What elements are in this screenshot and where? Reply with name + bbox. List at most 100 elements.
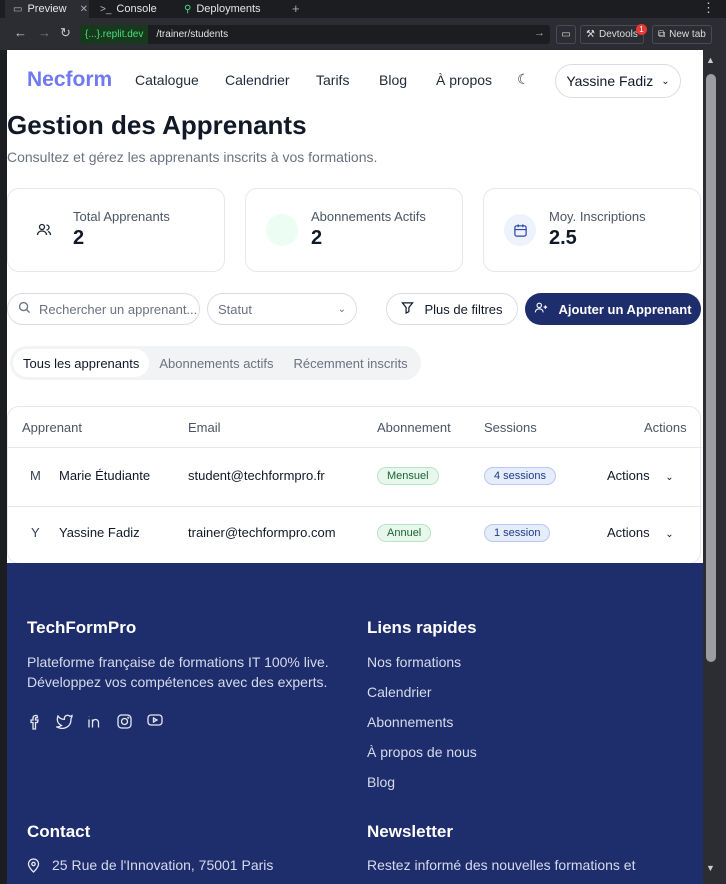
scroll-down-icon[interactable]: ▼ (706, 863, 715, 873)
avatar: M (30, 468, 41, 483)
add-tab-icon[interactable]: + (292, 1, 300, 16)
learner-name: Yassine Fadiz (59, 525, 140, 540)
stat-value: 2 (73, 227, 85, 249)
site-header: Necform Catalogue Calendrier Tarifs Blog… (7, 50, 703, 112)
filter-icon (401, 301, 415, 317)
more-filters-button[interactable]: Plus de filtres (386, 293, 518, 325)
facebook-icon[interactable] (28, 714, 42, 733)
twitter-icon[interactable] (54, 714, 73, 732)
column-header-subscription: Abonnement (377, 420, 451, 435)
forward-icon[interactable]: → (38, 25, 51, 40)
linkedin-icon[interactable] (87, 714, 102, 732)
newsletter-title: Newsletter (367, 822, 453, 841)
footer-link[interactable]: Calendrier (367, 684, 432, 700)
scroll-up-icon[interactable]: ▲ (706, 55, 715, 65)
nav-catalogue[interactable]: Catalogue (135, 72, 199, 88)
site-logo[interactable]: Necform (27, 68, 112, 92)
moon-icon[interactable]: ☾ (517, 71, 530, 88)
row-actions-label: Actions (607, 468, 650, 483)
column-header-sessions: Sessions (484, 420, 537, 435)
avatar: Y (31, 525, 40, 540)
tab-console[interactable]: >_ Console (92, 0, 165, 18)
sessions-badge: 1 session (484, 524, 551, 542)
footer-tagline: Plateforme française de formations IT 10… (27, 654, 329, 670)
row-actions-button[interactable]: Actions ⌄ (607, 525, 674, 540)
chevron-down-icon: ⌄ (665, 529, 674, 540)
devtools-label: Devtools (598, 29, 638, 40)
footer-brand: TechFormPro (27, 618, 137, 637)
chevron-down-icon: ⌄ (661, 75, 670, 87)
tab-label: Deployments (196, 3, 261, 15)
more-options-icon[interactable]: ⋮ (702, 0, 715, 16)
add-learner-label: Ajouter un Apprenant (558, 301, 692, 317)
user-name: Yassine Fadiz (566, 73, 654, 89)
stat-label: Total Apprenants (73, 209, 170, 224)
stat-label: Abonnements Actifs (311, 209, 426, 224)
calendar-icon (504, 214, 536, 246)
tab-active-subscriptions[interactable]: Abonnements actifs (149, 349, 283, 377)
stat-card-average: Moy. Inscriptions 2.5 (483, 188, 701, 272)
tab-label: Preview (27, 3, 67, 15)
go-icon[interactable]: → (534, 27, 545, 39)
newsletter-text: Restez informé des nouvelles formations … (367, 857, 636, 873)
more-filters-label: Plus de filtres (424, 301, 503, 317)
footer-tagline: Développez vos compétences avec des expe… (27, 674, 328, 690)
reload-icon[interactable]: ↻ (60, 25, 71, 41)
external-link-icon: ⧉ (658, 29, 666, 40)
users-icon (28, 214, 60, 246)
column-header-actions: Actions (644, 420, 687, 435)
close-tab-icon[interactable]: ✕ (80, 4, 88, 15)
search-placeholder: Rechercher un apprenant... (39, 301, 198, 317)
subscription-icon (266, 214, 298, 246)
row-actions-button[interactable]: Actions ⌄ (607, 468, 674, 483)
tab-preview[interactable]: ▭ Preview ✕ (5, 0, 89, 18)
footer-link[interactable]: Abonnements (367, 714, 453, 730)
devtools-button[interactable]: ⚒ Devtools (580, 25, 644, 44)
user-menu-button[interactable]: Yassine Fadiz ⌄ (555, 64, 681, 98)
learner-tabs: Tous les apprenants Abonnements actifs R… (10, 346, 421, 380)
tab-all-learners[interactable]: Tous les apprenants (13, 349, 150, 377)
learners-table: Apprenant Email Abonnement Sessions Acti… (7, 406, 702, 564)
nav-tarifs[interactable]: Tarifs (316, 72, 349, 88)
wrench-icon: ⚒ (586, 29, 595, 40)
youtube-icon[interactable] (147, 714, 163, 729)
devtools-badge: 1 (636, 24, 647, 35)
nav-a-propos[interactable]: À propos (436, 72, 492, 88)
stat-card-subscriptions: Abonnements Actifs 2 (245, 188, 463, 272)
footer-link[interactable]: Blog (367, 774, 395, 790)
search-input[interactable]: Rechercher un apprenant... (7, 293, 200, 325)
nav-blog[interactable]: Blog (379, 72, 407, 88)
scrollbar-thumb[interactable] (706, 74, 716, 662)
map-pin-icon (27, 858, 40, 876)
status-placeholder: Statut (218, 301, 252, 317)
chevron-down-icon: ⌄ (337, 303, 346, 315)
user-plus-icon (534, 301, 548, 318)
url-field[interactable]: {...}.replit.dev /trainer/students → (80, 25, 550, 44)
new-tab-button[interactable]: ⧉ New tab (652, 25, 712, 44)
back-icon[interactable]: ← (14, 25, 27, 40)
divider (8, 447, 702, 448)
tab-recently-enrolled[interactable]: Récemment inscrits (284, 349, 418, 377)
status-select[interactable]: Statut ⌄ (207, 293, 357, 325)
screen-icon[interactable]: ▭ (556, 25, 576, 44)
add-learner-button[interactable]: Ajouter un Apprenant (525, 293, 701, 325)
page-subtitle: Consultez et gérez les apprenants inscri… (7, 149, 378, 165)
tab-deployments[interactable]: ⚲ Deployments (176, 0, 269, 18)
nav-calendrier[interactable]: Calendrier (225, 72, 290, 88)
stat-card-total: Total Apprenants 2 (7, 188, 225, 272)
footer-link[interactable]: Nos formations (367, 654, 461, 670)
stat-value: 2 (311, 227, 323, 249)
page-viewport: Necform Catalogue Calendrier Tarifs Blog… (7, 50, 703, 884)
contact-title: Contact (27, 822, 91, 841)
footer-link[interactable]: À propos de nous (367, 744, 477, 760)
page-scrollbar[interactable]: ▲ ▼ (703, 50, 726, 884)
learner-name: Marie Étudiante (59, 468, 151, 483)
column-header-learner: Apprenant (22, 420, 82, 435)
contact-address: 25 Rue de l'Innovation, 75001 Paris (52, 857, 274, 873)
learner-email: trainer@techformpro.com (188, 525, 336, 540)
row-actions-label: Actions (607, 525, 650, 540)
instagram-icon[interactable] (117, 714, 132, 732)
sessions-badge: 4 sessions (484, 467, 556, 485)
site-footer: TechFormPro Plateforme française de form… (7, 563, 703, 884)
subscription-badge: Mensuel (377, 467, 439, 485)
